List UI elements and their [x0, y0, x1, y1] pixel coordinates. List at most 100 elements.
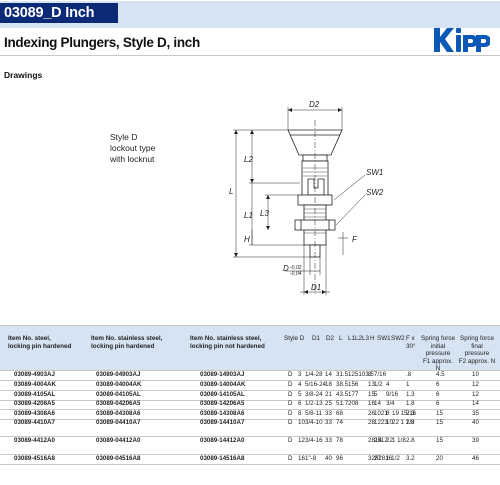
row-divider — [0, 454, 500, 455]
dim-sw2: SW2 — [366, 188, 384, 197]
table-cell-l: 33 — [325, 437, 332, 444]
table-cell-f1: 4.5 — [436, 371, 445, 378]
dim-sw1: SW1 — [366, 168, 383, 177]
table-cell-sw2: 8 — [386, 410, 390, 417]
table-cell-s: D — [288, 391, 293, 398]
table-cell-a: 03089-4410A7 — [14, 419, 55, 426]
table-cell-b: 03089-04308A6 — [96, 410, 141, 417]
table-cell-f: 1 — [406, 381, 410, 388]
table-cell-f1: 6 — [436, 400, 440, 407]
dim-h: H — [244, 235, 250, 244]
table-cell-d1: 8 — [298, 410, 302, 417]
table-cell-sw1: 14 — [374, 400, 381, 407]
table-cell-c: 03089-14308A6 — [200, 410, 245, 417]
table-cell-c: 03089-14105AL — [200, 391, 245, 398]
table-cell-f1: 6 — [436, 381, 440, 388]
table-cell-f2: 14 — [472, 400, 479, 407]
table-cell-l123: 96 — [336, 455, 343, 462]
table-cell-b: 03089-04410A7 — [96, 419, 141, 426]
section-label: Drawings — [4, 70, 43, 80]
table-cell-l: 33 — [325, 410, 332, 417]
table-cell-sw2: 3/4 — [386, 400, 395, 407]
row-divider — [0, 380, 500, 381]
table-cell-l: 21 — [325, 391, 332, 398]
kipp-logo — [434, 28, 490, 52]
page-subtitle: Indexing Plungers, Style D, inch — [4, 35, 200, 50]
table-cell-l123: 38.5156 — [336, 381, 359, 388]
row-divider — [0, 390, 500, 391]
table-cell-f2: 12 — [472, 381, 479, 388]
table-header-rule — [0, 370, 500, 371]
table-cell-d1: 3 — [298, 371, 302, 378]
table-cell-sw1: 7/16 — [374, 371, 387, 378]
table-cell-s: D — [288, 381, 293, 388]
th-l: L — [339, 335, 343, 342]
dim-l3: L3 — [260, 209, 269, 218]
table-cell-sw2b: 1 1/8 — [392, 437, 406, 444]
table-cell-b: 03089-04903AJ — [96, 371, 141, 378]
th-item-stainless-hardened: Item No. stainless steel, locking pin har… — [91, 335, 163, 350]
table-cell-s: D — [288, 437, 293, 444]
table-cell-l123: 68 — [336, 410, 343, 417]
table-cell-sw1: 1/2 — [374, 381, 383, 388]
table-cell-f: 2.8 — [406, 419, 415, 426]
row-divider — [0, 436, 500, 437]
table-cell-d2: 5/16-24 — [305, 381, 326, 388]
th-sw1: SW1 — [377, 335, 391, 342]
table-cell-f: .8 — [406, 371, 412, 378]
th-l1l2l3: L1L2L3 — [348, 335, 370, 342]
table-cell-d2: 1/2-13 — [305, 400, 323, 407]
table-cell-l: 14 — [325, 371, 332, 378]
table-cell-d1: 10 — [298, 419, 305, 426]
th-sw2: SW2 — [391, 335, 405, 342]
table-cell-d2: 3/4-16 — [305, 437, 323, 444]
th-item-stainless-not-hardened: Item No. stainless steel, locking pin not… — [190, 335, 265, 350]
table-cell-c: 03089-14903AJ — [200, 371, 245, 378]
table-cell-f2: 12 — [472, 391, 479, 398]
dim-f: F — [352, 235, 358, 244]
table-cell-f1: 15 — [436, 410, 443, 417]
table-cell-f2: 46 — [472, 455, 479, 462]
dim-d-tolerance-bottom: -0,04 — [290, 271, 302, 277]
table-cell-l123: 78 — [336, 437, 343, 444]
table-cell-a: 03089-4105AL — [14, 391, 56, 398]
table-cell-d1: 16 — [298, 455, 305, 462]
table-cell-l: 33 — [325, 419, 332, 426]
table-cell-f: 1.8 — [406, 400, 415, 407]
row-divider — [0, 400, 500, 401]
table-cell-b: 03089-04105AL — [96, 391, 141, 398]
table-cell-s: D — [288, 371, 293, 378]
technical-drawing: D2 SW1 SW2 L L2 L1 L3 H F D D1 -0,02 -0,… — [229, 100, 384, 295]
table-cell-f: 2.3 — [406, 410, 415, 417]
table-cell-d2: 5/8-11 — [305, 410, 323, 417]
dim-l: L — [229, 187, 233, 196]
row-divider — [0, 409, 500, 410]
table-cell-h: 8 — [368, 371, 372, 378]
dim-d2: D2 — [309, 100, 320, 109]
th-f: F x 30° — [406, 335, 416, 350]
table-cell-f2: 10 — [472, 371, 479, 378]
table-cell-l123: 74 — [336, 419, 343, 426]
table-cell-a: 03089-4903AJ — [14, 371, 55, 378]
table-cell-a: 03089-4516A8 — [14, 455, 55, 462]
table-cell-d2: 3/8-24 — [305, 391, 323, 398]
table-cell-l: 40 — [325, 455, 332, 462]
table-cell-a: 03089-4308A6 — [14, 410, 55, 417]
table-cell-d2: 3/4-10 — [305, 419, 323, 426]
table-cell-l123: 43.5177 — [336, 391, 359, 398]
row-divider — [0, 419, 500, 420]
table-cell-d1: 5 — [298, 391, 302, 398]
table-cell-d1: 12 — [298, 437, 305, 444]
table-cell-a: 03089-4004AK — [14, 381, 56, 388]
table-cell-c: 03089-14516A8 — [200, 455, 245, 462]
table-cell-sw2: 9/16 — [386, 391, 399, 398]
table-cell-s: D — [288, 419, 293, 426]
th-h: H — [370, 335, 375, 342]
table-cell-c: 03089-14410A7 — [200, 419, 245, 426]
th-spring-final: Spring force final pressure F2 approx. N — [458, 335, 496, 365]
table-cell-s: D — [288, 400, 293, 407]
dim-d: D — [283, 264, 289, 273]
table-cell-sw1: 5 — [374, 391, 378, 398]
th-style: Style D — [284, 335, 305, 342]
th-spring-initial: Spring force initial pressure F1 approx. N — [421, 335, 455, 372]
